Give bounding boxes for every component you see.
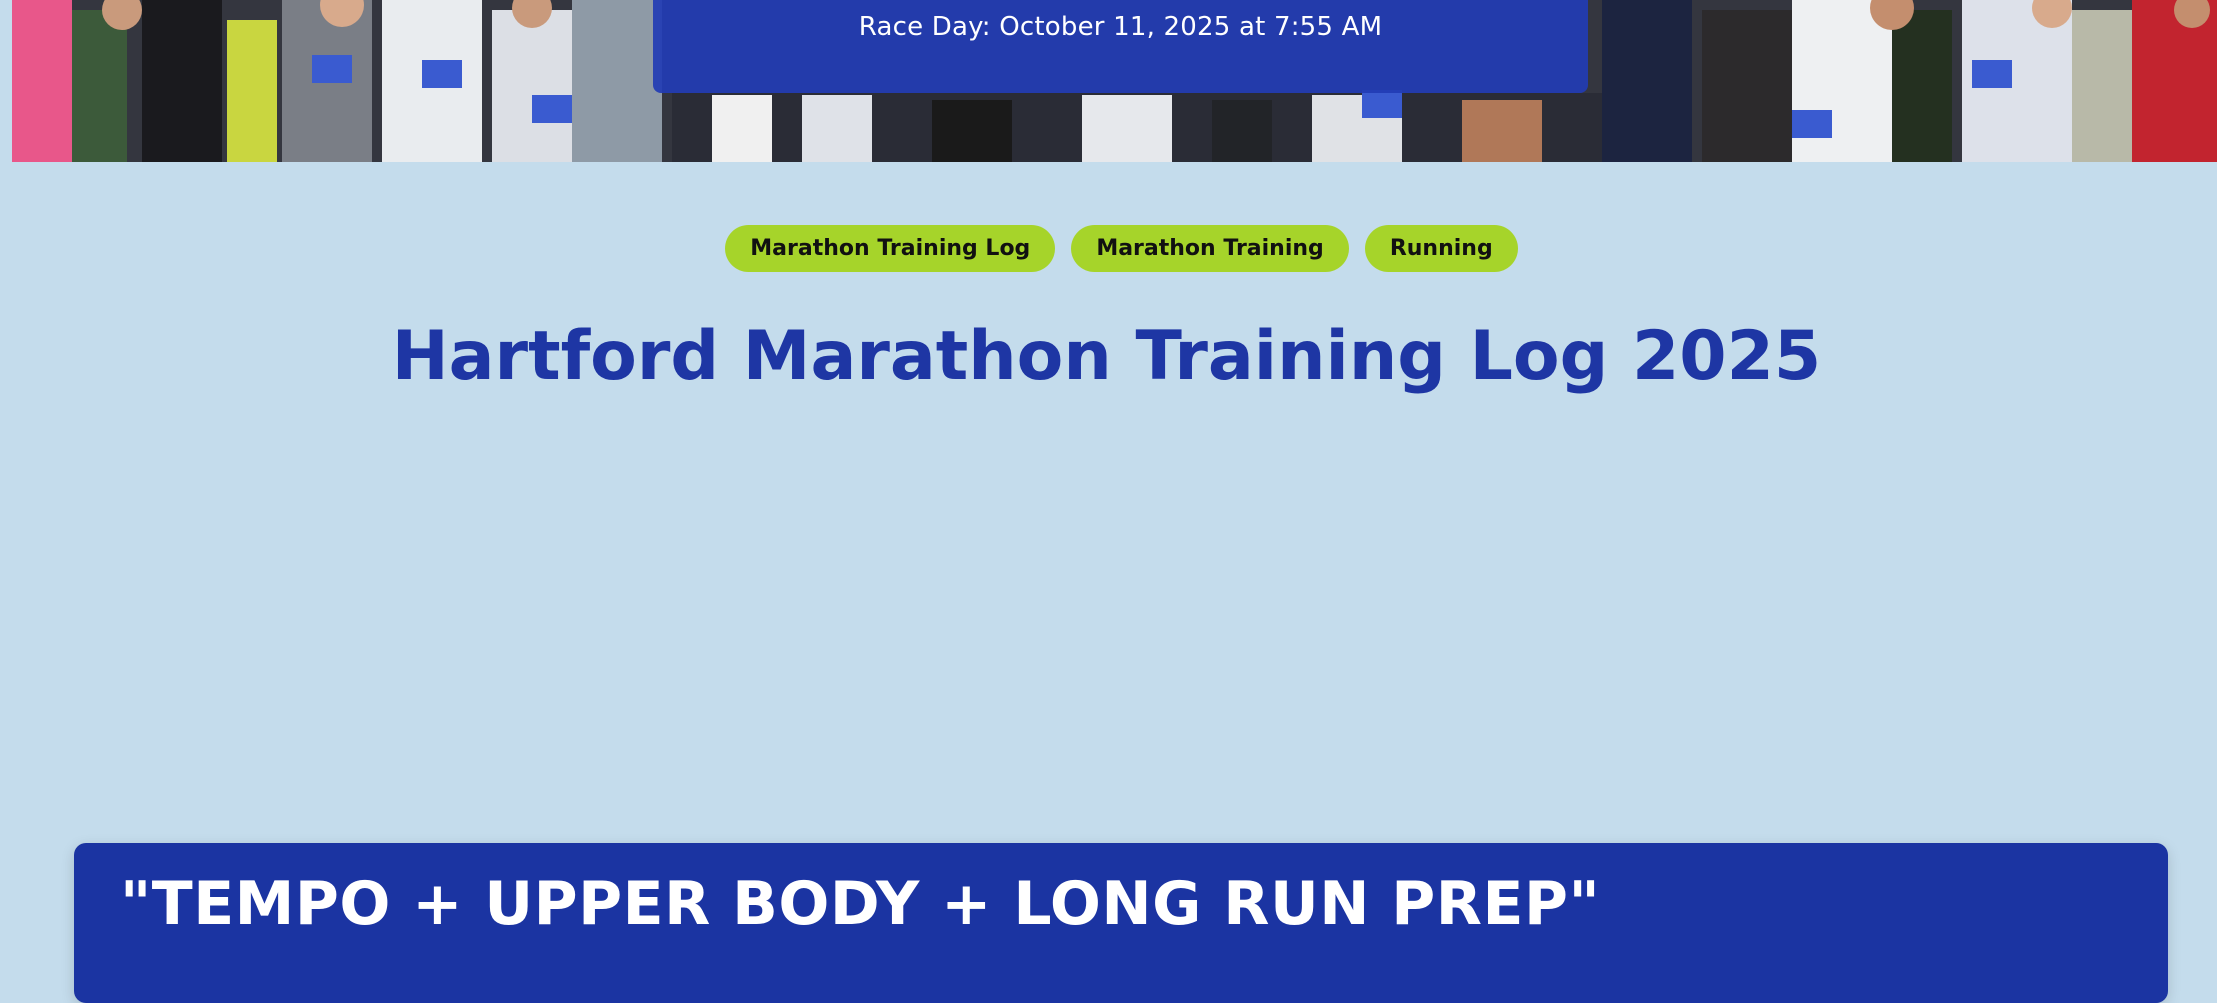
race-day-text: Race Day: October 11, 2025 at 7:55 AM [858, 12, 1383, 42]
page-title: Hartford Marathon Training Log 2025 [391, 317, 1822, 396]
tag-running[interactable]: Running [1364, 225, 1518, 272]
race-day-banner: Race Day: October 11, 2025 at 7:55 AM [653, 0, 1588, 93]
post-title[interactable]: "TEMPO + UPPER BODY + LONG RUN PREP" [120, 869, 1600, 939]
tag-marathon-training[interactable]: Marathon Training [1071, 225, 1349, 272]
tag-marathon-training-log[interactable]: Marathon Training Log [725, 225, 1056, 272]
post-card[interactable]: "TEMPO + UPPER BODY + LONG RUN PREP" [74, 843, 2168, 1003]
tag-list: Marathon Training Log Marathon Training … [13, 225, 2217, 272]
